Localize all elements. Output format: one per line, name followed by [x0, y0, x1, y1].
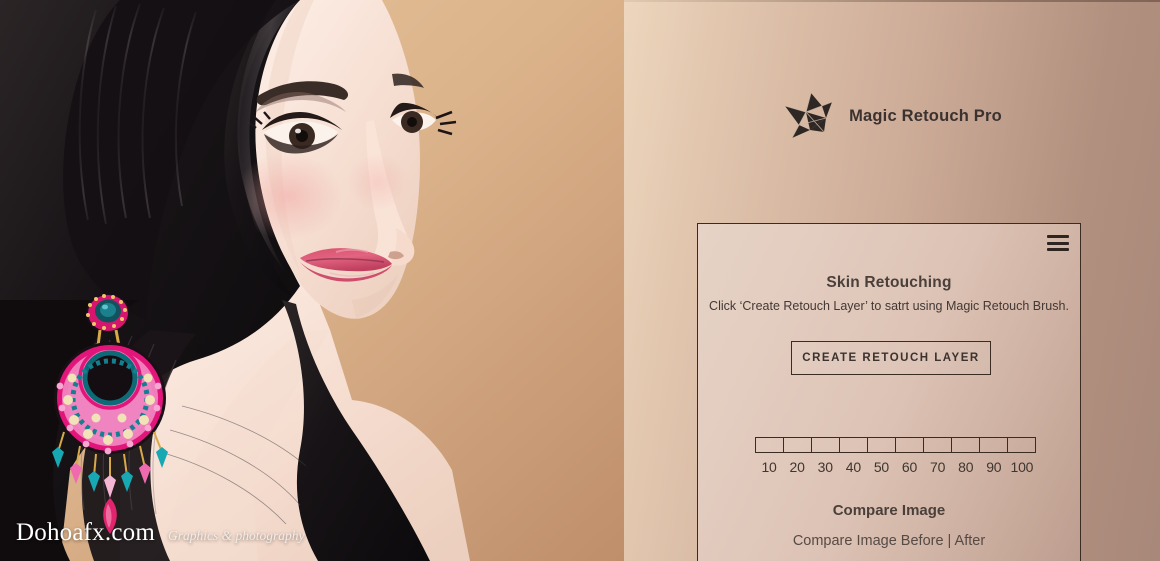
slider-tick-label: 50: [873, 459, 890, 475]
photo-preview: Dohoafx.com Graphics & photography: [0, 0, 624, 561]
portrait-photo: [0, 0, 624, 561]
compare-image-title: Compare Image: [832, 502, 946, 519]
slider-tick-label: 70: [930, 459, 946, 475]
slider-cell[interactable]: [812, 438, 840, 452]
slider-tick-labels: 10 20 30 40 50 60 70 80 90 100: [755, 459, 1036, 475]
slider-cell[interactable]: [840, 438, 868, 452]
pane-top-divider: [624, 0, 1160, 2]
hamburger-bar-2: [1047, 241, 1069, 245]
slider-cell[interactable]: [756, 438, 784, 452]
strength-slider[interactable]: 10 20 30 40 50 60 70 80 90 100: [755, 437, 1036, 475]
brand-name: Magic Retouch Pro: [849, 106, 1002, 125]
app-root: Dohoafx.com Graphics & photography Magic…: [0, 0, 1160, 561]
slider-cell[interactable]: [896, 438, 924, 452]
slider-tick-label: 20: [789, 459, 805, 475]
slider-tick-label: 40: [845, 459, 861, 475]
slider-cell[interactable]: [784, 438, 812, 452]
slider-tick-label: 10: [761, 459, 777, 475]
slider-tick-label: 30: [817, 459, 833, 475]
slider-track[interactable]: [755, 437, 1036, 453]
create-retouch-layer-button[interactable]: CREATE RETOUCH LAYER: [791, 341, 991, 375]
slider-cell[interactable]: [952, 438, 980, 452]
card-title: Skin Retouching: [826, 274, 952, 291]
hamburger-bar-1: [1047, 235, 1069, 238]
slider-cell[interactable]: [868, 438, 896, 452]
compare-image-before-after-link[interactable]: Compare Image Before | After: [698, 533, 1080, 549]
plugin-pane: Magic Retouch Pro Skin Retouching Click …: [624, 0, 1160, 561]
origami-bird-logo-icon: [784, 92, 833, 139]
slider-tick-label: 60: [901, 459, 918, 475]
skin-retouching-card: Skin Retouching Click ‘Create Retouch La…: [697, 223, 1081, 561]
brand-header: Magic Retouch Pro: [624, 90, 1160, 142]
hamburger-bar-3: [1047, 248, 1069, 251]
slider-tick-label: 100: [1010, 459, 1034, 475]
slider-cell[interactable]: [980, 438, 1008, 452]
slider-tick-label: 80: [958, 459, 974, 475]
card-subtitle: Click ‘Create Retouch Layer’ to satrt us…: [709, 299, 1069, 313]
slider-cell[interactable]: [924, 438, 952, 452]
slider-cell[interactable]: [1008, 438, 1036, 452]
slider-tick-label: 90: [986, 459, 1002, 475]
hamburger-menu-icon[interactable]: [1047, 235, 1069, 251]
